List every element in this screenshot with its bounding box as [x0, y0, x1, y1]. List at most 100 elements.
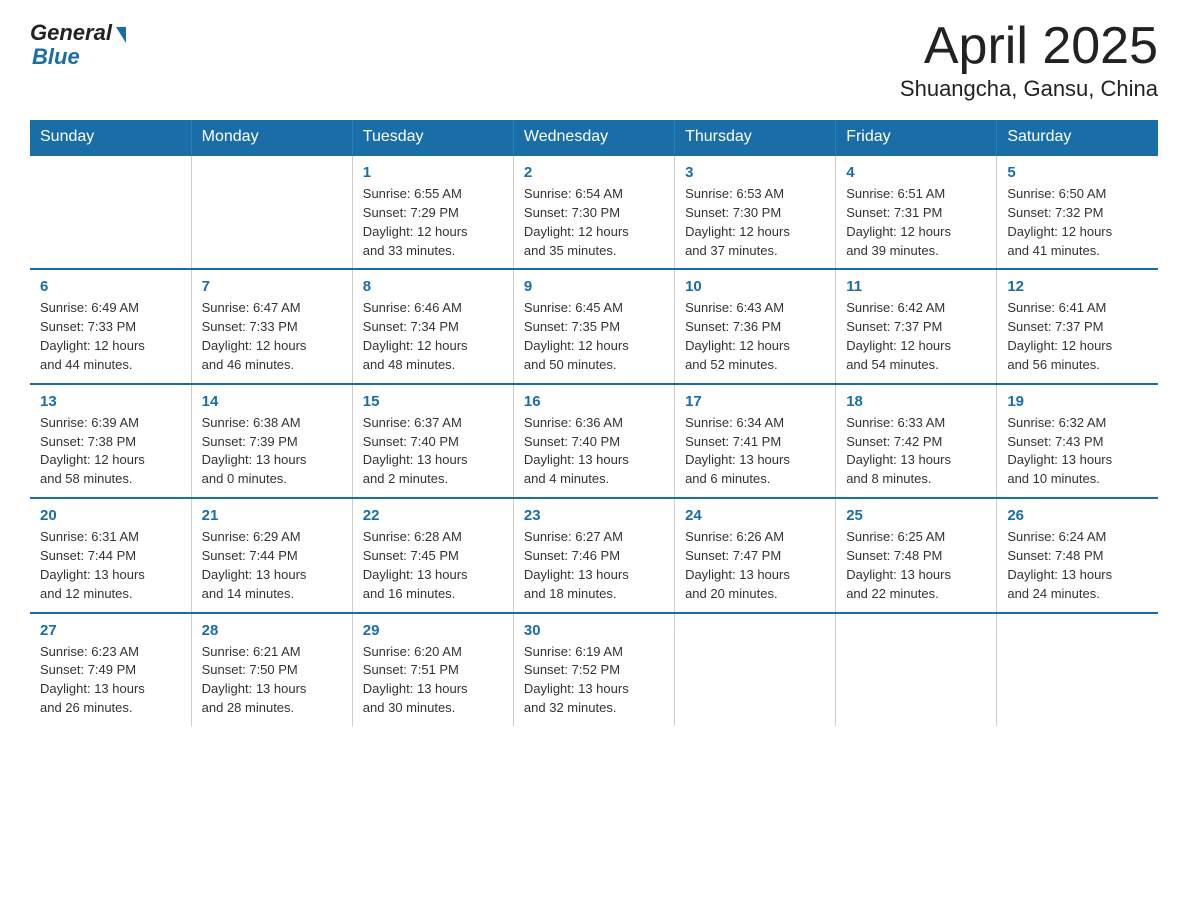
day-info: Sunrise: 6:53 AM Sunset: 7:30 PM Dayligh…	[685, 185, 825, 260]
calendar-cell: 26Sunrise: 6:24 AM Sunset: 7:48 PM Dayli…	[997, 498, 1158, 612]
calendar-cell: 7Sunrise: 6:47 AM Sunset: 7:33 PM Daylig…	[191, 269, 352, 383]
calendar-cell: 15 Sunrise: 6:37 AM Sunset: 7:40 PM Dayli…	[352, 384, 513, 498]
calendar-cell: 4 Sunrise: 6:51 AM Sunset: 7:31 PM Daylig…	[836, 155, 997, 269]
calendar-cell: 20 Sunrise: 6:31 AM Sunset: 7:44 PM Dayli…	[30, 498, 191, 612]
day-info: Sunrise: 6:38 AM Sunset: 7:39 PM Dayligh…	[202, 414, 342, 489]
day-info: Sunrise: 6:37 AM Sunset: 7:40 PM Dayligh…	[363, 414, 503, 489]
calendar-cell: 6Sunrise: 6:49 AM Sunset: 7:33 PM Daylig…	[30, 269, 191, 383]
calendar-week-1: 1 Sunrise: 6:55 AM Sunset: 7:29 PM Daylig…	[30, 155, 1158, 269]
day-number: 13	[40, 393, 181, 410]
day-number: 20	[40, 507, 181, 524]
calendar-cell: 5Sunrise: 6:50 AM Sunset: 7:32 PM Daylig…	[997, 155, 1158, 269]
calendar-cell: 18 Sunrise: 6:33 AM Sunset: 7:42 PM Dayli…	[836, 384, 997, 498]
calendar-body: 1 Sunrise: 6:55 AM Sunset: 7:29 PM Daylig…	[30, 155, 1158, 726]
calendar-header: SundayMondayTuesdayWednesdayThursdayFrid…	[30, 120, 1158, 155]
day-info: Sunrise: 6:51 AM Sunset: 7:31 PM Dayligh…	[846, 185, 986, 260]
day-info: Sunrise: 6:50 AM Sunset: 7:32 PM Dayligh…	[1007, 185, 1148, 260]
day-info: Sunrise: 6:33 AM Sunset: 7:42 PM Dayligh…	[846, 414, 986, 489]
day-info: Sunrise: 6:29 AM Sunset: 7:44 PM Dayligh…	[202, 528, 342, 603]
day-info: Sunrise: 6:27 AM Sunset: 7:46 PM Dayligh…	[524, 528, 664, 603]
calendar-cell	[997, 613, 1158, 726]
day-number: 23	[524, 507, 664, 524]
day-number: 24	[685, 507, 825, 524]
day-info: Sunrise: 6:20 AM Sunset: 7:51 PM Dayligh…	[363, 643, 503, 718]
calendar-cell: 29 Sunrise: 6:20 AM Sunset: 7:51 PM Dayli…	[352, 613, 513, 726]
day-number: 30	[524, 622, 664, 639]
day-number: 15	[363, 393, 503, 410]
day-number: 18	[846, 393, 986, 410]
weekday-header-wednesday: Wednesday	[513, 120, 674, 155]
calendar-cell: 17 Sunrise: 6:34 AM Sunset: 7:41 PM Dayli…	[675, 384, 836, 498]
calendar-cell: 11Sunrise: 6:42 AM Sunset: 7:37 PM Dayli…	[836, 269, 997, 383]
day-number: 29	[363, 622, 503, 639]
day-number: 28	[202, 622, 342, 639]
calendar-cell: 24 Sunrise: 6:26 AM Sunset: 7:47 PM Dayli…	[675, 498, 836, 612]
day-info: Sunrise: 6:39 AM Sunset: 7:38 PM Dayligh…	[40, 414, 181, 489]
day-number: 17	[685, 393, 825, 410]
calendar-cell: 21Sunrise: 6:29 AM Sunset: 7:44 PM Dayli…	[191, 498, 352, 612]
day-info: Sunrise: 6:19 AM Sunset: 7:52 PM Dayligh…	[524, 643, 664, 718]
calendar-cell: 28 Sunrise: 6:21 AM Sunset: 7:50 PM Dayli…	[191, 613, 352, 726]
day-number: 3	[685, 164, 825, 181]
calendar-cell: 30 Sunrise: 6:19 AM Sunset: 7:52 PM Dayli…	[513, 613, 674, 726]
calendar-table: SundayMondayTuesdayWednesdayThursdayFrid…	[30, 120, 1158, 726]
day-number: 4	[846, 164, 986, 181]
calendar-week-2: 6Sunrise: 6:49 AM Sunset: 7:33 PM Daylig…	[30, 269, 1158, 383]
day-number: 6	[40, 278, 181, 295]
calendar-cell: 3 Sunrise: 6:53 AM Sunset: 7:30 PM Daylig…	[675, 155, 836, 269]
logo-general-text: General	[30, 20, 112, 46]
page-header: General Blue April 2025 Shuangcha, Gansu…	[30, 20, 1158, 102]
day-number: 16	[524, 393, 664, 410]
calendar-cell: 2Sunrise: 6:54 AM Sunset: 7:30 PM Daylig…	[513, 155, 674, 269]
day-number: 14	[202, 393, 342, 410]
calendar-cell: 1 Sunrise: 6:55 AM Sunset: 7:29 PM Daylig…	[352, 155, 513, 269]
calendar-week-5: 27Sunrise: 6:23 AM Sunset: 7:49 PM Dayli…	[30, 613, 1158, 726]
day-number: 10	[685, 278, 825, 295]
calendar-cell: 22 Sunrise: 6:28 AM Sunset: 7:45 PM Dayli…	[352, 498, 513, 612]
weekday-header-saturday: Saturday	[997, 120, 1158, 155]
day-number: 12	[1007, 278, 1148, 295]
day-info: Sunrise: 6:41 AM Sunset: 7:37 PM Dayligh…	[1007, 299, 1148, 374]
day-number: 1	[363, 164, 503, 181]
day-info: Sunrise: 6:34 AM Sunset: 7:41 PM Dayligh…	[685, 414, 825, 489]
day-number: 9	[524, 278, 664, 295]
calendar-cell	[675, 613, 836, 726]
calendar-cell	[30, 155, 191, 269]
weekday-header-sunday: Sunday	[30, 120, 191, 155]
day-info: Sunrise: 6:36 AM Sunset: 7:40 PM Dayligh…	[524, 414, 664, 489]
day-info: Sunrise: 6:32 AM Sunset: 7:43 PM Dayligh…	[1007, 414, 1148, 489]
calendar-week-4: 20 Sunrise: 6:31 AM Sunset: 7:44 PM Dayli…	[30, 498, 1158, 612]
day-info: Sunrise: 6:25 AM Sunset: 7:48 PM Dayligh…	[846, 528, 986, 603]
weekday-header-thursday: Thursday	[675, 120, 836, 155]
day-number: 22	[363, 507, 503, 524]
day-info: Sunrise: 6:24 AM Sunset: 7:48 PM Dayligh…	[1007, 528, 1148, 603]
day-info: Sunrise: 6:21 AM Sunset: 7:50 PM Dayligh…	[202, 643, 342, 718]
day-info: Sunrise: 6:28 AM Sunset: 7:45 PM Dayligh…	[363, 528, 503, 603]
location-text: Shuangcha, Gansu, China	[900, 76, 1158, 102]
month-title: April 2025	[900, 20, 1158, 72]
day-number: 11	[846, 278, 986, 295]
calendar-cell: 16 Sunrise: 6:36 AM Sunset: 7:40 PM Dayli…	[513, 384, 674, 498]
calendar-cell: 13 Sunrise: 6:39 AM Sunset: 7:38 PM Dayli…	[30, 384, 191, 498]
day-info: Sunrise: 6:46 AM Sunset: 7:34 PM Dayligh…	[363, 299, 503, 374]
calendar-cell: 23 Sunrise: 6:27 AM Sunset: 7:46 PM Dayli…	[513, 498, 674, 612]
logo: General Blue	[30, 20, 126, 70]
day-number: 8	[363, 278, 503, 295]
calendar-cell: 10 Sunrise: 6:43 AM Sunset: 7:36 PM Dayli…	[675, 269, 836, 383]
day-number: 2	[524, 164, 664, 181]
day-info: Sunrise: 6:26 AM Sunset: 7:47 PM Dayligh…	[685, 528, 825, 603]
day-info: Sunrise: 6:45 AM Sunset: 7:35 PM Dayligh…	[524, 299, 664, 374]
calendar-cell: 19Sunrise: 6:32 AM Sunset: 7:43 PM Dayli…	[997, 384, 1158, 498]
calendar-cell: 12 Sunrise: 6:41 AM Sunset: 7:37 PM Dayli…	[997, 269, 1158, 383]
day-info: Sunrise: 6:23 AM Sunset: 7:49 PM Dayligh…	[40, 643, 181, 718]
day-info: Sunrise: 6:55 AM Sunset: 7:29 PM Dayligh…	[363, 185, 503, 260]
logo-blue-text: Blue	[30, 44, 80, 70]
calendar-cell: 9 Sunrise: 6:45 AM Sunset: 7:35 PM Daylig…	[513, 269, 674, 383]
day-number: 25	[846, 507, 986, 524]
calendar-cell: 27Sunrise: 6:23 AM Sunset: 7:49 PM Dayli…	[30, 613, 191, 726]
day-info: Sunrise: 6:43 AM Sunset: 7:36 PM Dayligh…	[685, 299, 825, 374]
logo-triangle-icon	[116, 27, 126, 43]
day-info: Sunrise: 6:31 AM Sunset: 7:44 PM Dayligh…	[40, 528, 181, 603]
day-info: Sunrise: 6:47 AM Sunset: 7:33 PM Dayligh…	[202, 299, 342, 374]
calendar-cell	[836, 613, 997, 726]
